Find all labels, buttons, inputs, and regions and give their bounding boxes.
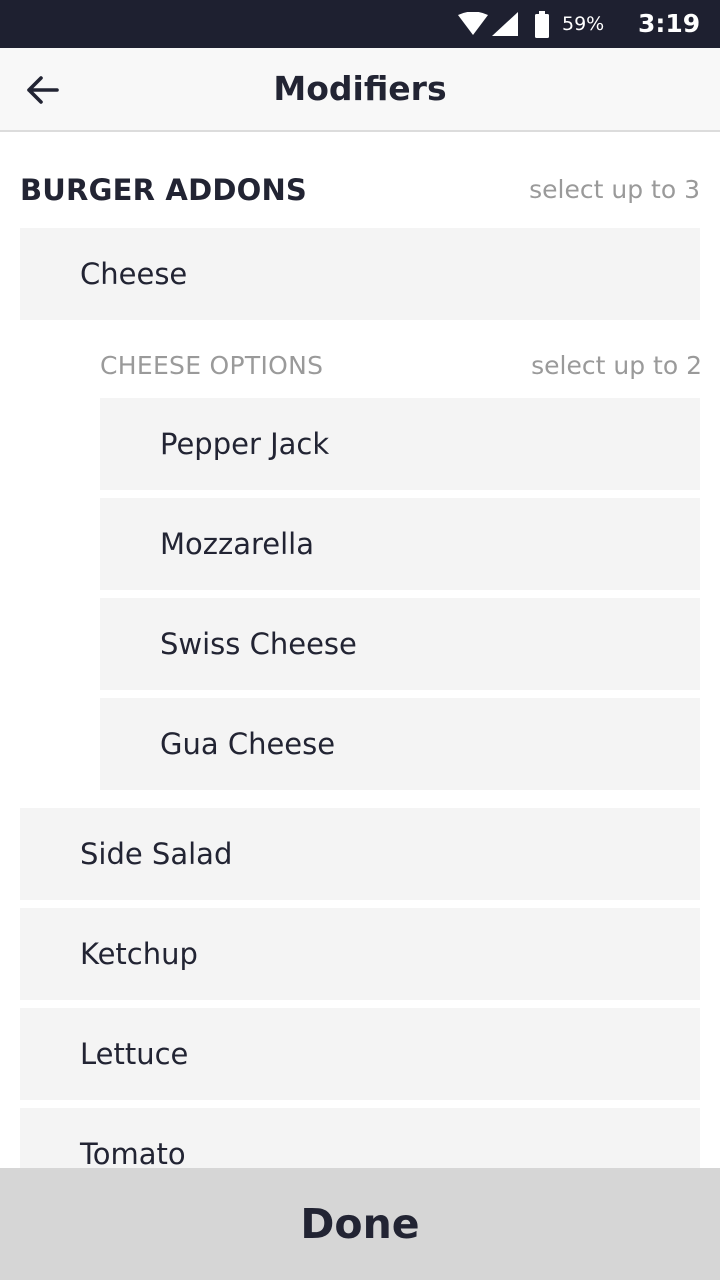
battery-percentage: 59% bbox=[562, 13, 605, 35]
modifier-item-lettuce[interactable]: Lettuce bbox=[20, 1008, 700, 1100]
cellular-signal-icon bbox=[492, 12, 518, 40]
cheese-option-mozzarella[interactable]: Mozzarella bbox=[100, 498, 700, 590]
cheese-option-pepper-jack[interactable]: Pepper Jack bbox=[100, 398, 700, 490]
cheese-option-gua-cheese[interactable]: Gua Cheese bbox=[100, 698, 700, 790]
arrow-left-icon bbox=[24, 74, 60, 110]
modifier-item-cheese[interactable]: Cheese bbox=[20, 228, 700, 320]
done-button[interactable]: Done bbox=[0, 1168, 720, 1280]
group-selection-limit: select up to 3 bbox=[529, 175, 700, 204]
modifiers-screen: 59% 3:19 Modifiers BURGER ADDONS select … bbox=[0, 0, 720, 1280]
page-title: Modifiers bbox=[273, 69, 447, 108]
modifier-item-side-salad[interactable]: Side Salad bbox=[20, 808, 700, 900]
status-clock: 3:19 bbox=[638, 9, 701, 38]
app-bar: Modifiers bbox=[0, 48, 720, 132]
group-title: BURGER ADDONS bbox=[20, 173, 308, 207]
back-button[interactable] bbox=[18, 70, 66, 114]
done-button-label: Done bbox=[300, 1200, 420, 1248]
status-bar: 59% 3:19 bbox=[0, 0, 720, 48]
cheese-option-swiss-cheese[interactable]: Swiss Cheese bbox=[100, 598, 700, 690]
sub-group-selection-limit: select up to 2 bbox=[531, 351, 702, 380]
sub-group-header: CHEESE OPTIONS select up to 2 bbox=[100, 348, 702, 384]
group-header: BURGER ADDONS select up to 3 bbox=[20, 170, 700, 210]
sub-group-title: CHEESE OPTIONS bbox=[100, 351, 324, 380]
battery-icon bbox=[534, 11, 550, 42]
modifier-item-ketchup[interactable]: Ketchup bbox=[20, 908, 700, 1000]
modifier-list[interactable]: BURGER ADDONS select up to 3 Cheese CHEE… bbox=[0, 132, 720, 1168]
modifier-item-tomato[interactable]: Tomato bbox=[20, 1108, 700, 1168]
wifi-icon bbox=[458, 11, 488, 40]
